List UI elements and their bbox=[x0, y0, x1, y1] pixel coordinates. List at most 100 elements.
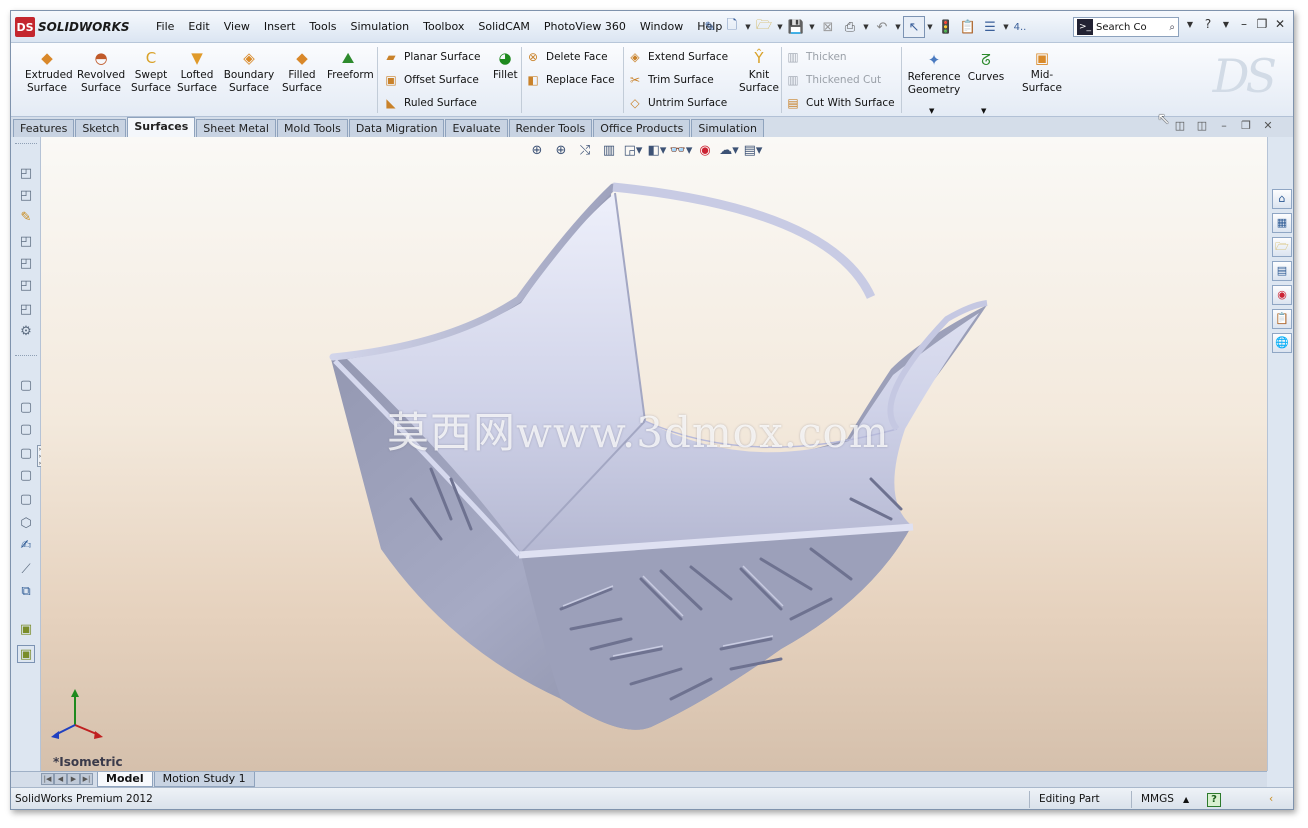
menu-window[interactable]: Window bbox=[633, 11, 690, 43]
new-dropdown-icon[interactable]: ▼ bbox=[743, 16, 753, 38]
fillet-button[interactable]: ◕ Fillet bbox=[493, 49, 518, 82]
view-box-icon[interactable]: ▢ bbox=[17, 445, 35, 463]
undo-icon[interactable]: ↶ bbox=[871, 16, 893, 38]
menu-photoview-360[interactable]: PhotoView 360 bbox=[537, 11, 633, 43]
help-dropdown-icon[interactable]: ▼ bbox=[1217, 20, 1235, 29]
replace-face-button[interactable]: ◧ Replace Face bbox=[525, 70, 614, 90]
tab-surfaces[interactable]: Surfaces bbox=[127, 117, 196, 137]
boundary-surface-button[interactable]: ◈ Boundary Surface bbox=[221, 49, 277, 95]
extruded-surface-button[interactable]: ◆ Extruded Surface bbox=[25, 49, 73, 95]
select-dropdown-icon[interactable]: ▼ bbox=[925, 16, 935, 38]
hide-show-items-icon[interactable]: 👓▾ bbox=[669, 143, 693, 158]
tab-evaluate[interactable]: Evaluate bbox=[445, 119, 508, 137]
collapse-status-icon[interactable]: ‹ bbox=[1269, 793, 1273, 805]
reference-geometry-button[interactable]: ✦ Reference Geometry bbox=[905, 51, 963, 97]
menu-simulation[interactable]: Simulation bbox=[344, 11, 417, 43]
reference-geometry-dropdown-icon[interactable]: ▼ bbox=[929, 107, 934, 115]
options-dropdown-icon[interactable]: ▼ bbox=[1001, 16, 1011, 38]
toolbar-overflow[interactable]: 4.. bbox=[1011, 16, 1029, 38]
sketch-tool-icon[interactable]: ◰ bbox=[17, 233, 35, 251]
community-icon[interactable]: 🌐 bbox=[1272, 333, 1292, 353]
menu-insert[interactable]: Insert bbox=[257, 11, 303, 43]
minimize-icon[interactable]: – bbox=[1235, 17, 1253, 31]
custom-properties-icon[interactable]: 📋 bbox=[1272, 309, 1292, 329]
tab-sheet-metal[interactable]: Sheet Metal bbox=[196, 119, 276, 137]
pin-icon[interactable]: ✎ bbox=[699, 16, 721, 38]
expand-panel-icon[interactable]: ◫ bbox=[1191, 119, 1213, 132]
unit-system[interactable]: MMGS bbox=[1141, 793, 1174, 805]
view-box-icon[interactable]: ▢ bbox=[17, 377, 35, 395]
display-style-icon[interactable]: ◧▾ bbox=[645, 143, 669, 158]
save-icon[interactable]: 💾 bbox=[785, 16, 807, 38]
revolved-surface-button[interactable]: ◓ Revolved Surface bbox=[77, 49, 125, 95]
home-icon[interactable]: ⌂ bbox=[1272, 189, 1292, 209]
curves-button[interactable]: ᘔ Curves bbox=[967, 51, 1005, 84]
previous-view-icon[interactable]: ⤭ bbox=[573, 143, 597, 158]
last-tab-icon[interactable]: ▶| bbox=[80, 773, 93, 785]
view-box-icon[interactable]: ▢ bbox=[17, 467, 35, 485]
design-library-icon[interactable]: ▦ bbox=[1272, 213, 1292, 233]
open-dropdown-icon[interactable]: ▼ bbox=[775, 16, 785, 38]
tab-features[interactable]: Features bbox=[13, 119, 75, 137]
next-tab-icon[interactable]: ▶ bbox=[67, 773, 80, 785]
sketch-tool-icon[interactable]: ◰ bbox=[17, 165, 35, 183]
search-input[interactable]: Search Co bbox=[1096, 22, 1147, 33]
unit-menu-arrow[interactable]: ▲ bbox=[1183, 795, 1189, 804]
search-box[interactable]: >_ Search Co ⌕ bbox=[1073, 17, 1179, 37]
active-toggle-icon[interactable]: ▣ bbox=[17, 645, 35, 663]
freeform-button[interactable]: ⛰ Freeform bbox=[327, 49, 374, 82]
zoom-to-area-icon[interactable]: ⊕ bbox=[549, 143, 573, 158]
options-icon[interactable]: ☰ bbox=[979, 16, 1001, 38]
close-doc-icon[interactable]: ⊠ bbox=[817, 16, 839, 38]
lofted-surface-button[interactable]: ▼ Lofted Surface bbox=[177, 49, 217, 95]
solidworks-logo[interactable]: DS SOLIDWORKS bbox=[15, 17, 130, 37]
file-properties-icon[interactable]: 📋 bbox=[957, 16, 979, 38]
sketch-tool-icon[interactable]: ◰ bbox=[17, 187, 35, 205]
offset-surface-button[interactable]: ▣ Offset Surface bbox=[383, 70, 479, 90]
view-orientation-icon[interactable]: ◲▾ bbox=[621, 143, 645, 158]
swept-surface-button[interactable]: C Swept Surface bbox=[131, 49, 171, 95]
apply-scene-icon[interactable]: ☁▾ bbox=[717, 143, 741, 158]
untrim-surface-button[interactable]: ◇ Untrim Surface bbox=[627, 93, 727, 113]
sketch-tool-icon[interactable]: ◰ bbox=[17, 301, 35, 319]
search-dropdown-icon[interactable]: ▼ bbox=[1181, 20, 1199, 29]
undo-dropdown-icon[interactable]: ▼ bbox=[893, 16, 903, 38]
save-dropdown-icon[interactable]: ▼ bbox=[807, 16, 817, 38]
doc-minimize-icon[interactable]: – bbox=[1213, 119, 1235, 132]
view-box-icon[interactable]: ⬡ bbox=[17, 515, 35, 533]
delete-face-button[interactable]: ⊗ Delete Face bbox=[525, 47, 608, 67]
help-icon[interactable]: ? bbox=[1199, 17, 1217, 31]
sketch-tool-icon[interactable]: ⚙ bbox=[17, 323, 35, 341]
view-box-icon[interactable]: ▢ bbox=[17, 491, 35, 509]
tab-mold-tools[interactable]: Mold Tools bbox=[276, 119, 348, 137]
menu-edit[interactable]: Edit bbox=[181, 11, 216, 43]
collapse-panel-icon[interactable]: ◫ bbox=[1169, 119, 1191, 132]
zoom-to-fit-icon[interactable]: ⊕ bbox=[525, 143, 549, 158]
menu-toolbox[interactable]: Toolbox bbox=[416, 11, 471, 43]
doc-restore-icon[interactable]: ❐ bbox=[1235, 119, 1257, 132]
doc-close-icon[interactable]: ✕ bbox=[1257, 119, 1279, 132]
search-icon[interactable]: ⌕ bbox=[1169, 22, 1175, 33]
tab-data-migration[interactable]: Data Migration bbox=[348, 119, 445, 137]
move-component-icon[interactable]: ⧉ bbox=[17, 583, 35, 601]
smart-dimension-icon[interactable]: ✎ bbox=[17, 209, 35, 227]
new-document-icon[interactable]: 🗋 bbox=[721, 16, 743, 38]
menu-solidcam[interactable]: SolidCAM bbox=[471, 11, 537, 43]
tab-simulation[interactable]: Simulation bbox=[691, 119, 764, 137]
edit-appearance-icon[interactable]: ◉ bbox=[693, 143, 717, 158]
select-arrow-icon[interactable]: ↖ bbox=[903, 16, 925, 38]
edit-sketch-icon[interactable]: ✍ bbox=[17, 537, 35, 555]
trim-surface-button[interactable]: ✂ Trim Surface bbox=[627, 70, 714, 90]
reference-axis-icon[interactable]: ⟋ bbox=[17, 561, 35, 579]
menu-view[interactable]: View bbox=[217, 11, 257, 43]
bottom-tab-motion-study-1[interactable]: Motion Study 1 bbox=[153, 772, 255, 787]
sketch-tool-icon[interactable]: ◰ bbox=[17, 255, 35, 273]
extend-surface-button[interactable]: ◈ Extend Surface bbox=[627, 47, 728, 67]
rebuild-icon[interactable]: 🚦 bbox=[935, 16, 957, 38]
graphics-area[interactable]: ⊕ ⊕ ⤭ ▥ ◲▾ ◧▾ 👓▾ ◉ ☁▾ ▤▾ 莫西网www.3dmox.co… bbox=[41, 137, 1267, 771]
first-tab-icon[interactable]: |◀ bbox=[41, 773, 54, 785]
curves-dropdown-icon[interactable]: ▼ bbox=[981, 107, 986, 115]
appearances-icon[interactable]: ◉ bbox=[1272, 285, 1292, 305]
tab-office-products[interactable]: Office Products bbox=[593, 119, 691, 137]
tab-render-tools[interactable]: Render Tools bbox=[508, 119, 593, 137]
